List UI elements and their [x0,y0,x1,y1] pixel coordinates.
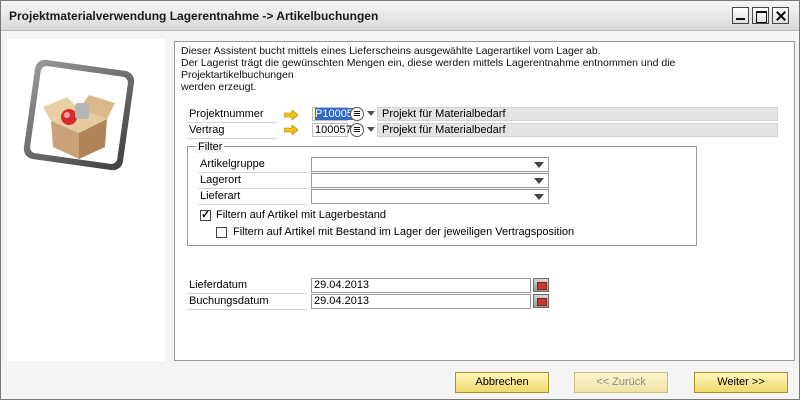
lagerort-select[interactable] [311,173,549,188]
vertrag-description: Projekt für Materialbedarf [377,123,778,137]
title-bar[interactable]: Projektmaterialverwendung Lagerentnahme … [1,1,799,31]
link-arrow-icon[interactable] [284,125,298,135]
artikelgruppe-label: Artikelgruppe [200,158,265,170]
back-button[interactable]: << Zurück [574,372,668,393]
lagerbestand-checkbox-label[interactable]: Filtern auf Artikel mit Lagerbestand [216,209,386,221]
artikelgruppe-select[interactable] [311,157,549,172]
lagerort-label: Lagerort [200,174,241,186]
vertrag-input[interactable]: 10005700 [312,123,364,137]
vertrag-label: Vertrag [189,124,225,136]
filter-legend: Filter [196,141,225,153]
vertrag-underline [187,138,277,139]
lieferdatum-input[interactable]: 29.04.2013 [311,278,531,293]
lieferart-underline [198,204,308,205]
lieferdatum-label: Lieferdatum [189,279,248,291]
lieferart-label: Lieferart [200,190,241,202]
side-decor-text [34,159,46,389]
window-title: Projektmaterialverwendung Lagerentnahme … [9,9,379,23]
wizard-window: Projektmaterialverwendung Lagerentnahme … [0,0,800,400]
lieferdatum-underline [187,293,307,294]
artikelgruppe-underline [198,172,308,173]
list-icon[interactable] [350,123,364,137]
dropdown-arrow-icon[interactable] [367,127,375,132]
link-arrow-icon[interactable] [284,110,298,120]
cancel-button[interactable]: Abbrechen [455,372,549,393]
buchungsdatum-label: Buchungsdatum [189,295,269,307]
next-button[interactable]: Weiter >> [694,372,788,393]
vertragsposition-checkbox[interactable] [216,227,227,238]
buchungsdatum-input[interactable]: 29.04.2013 [311,294,531,309]
buchungsdatum-underline [187,309,307,310]
dropdown-arrow-icon[interactable] [367,111,375,116]
close-button[interactable] [772,7,789,24]
lieferart-select[interactable] [311,189,549,204]
projektnummer-input[interactable]: P100057 [312,107,360,121]
calendar-icon[interactable] [533,278,549,292]
chevron-down-icon [534,162,544,168]
wizard-description: Dieser Assistent bucht mittels eines Lie… [181,45,676,93]
maximize-button[interactable] [752,7,769,24]
chevron-down-icon [534,178,544,184]
projektnummer-label: Projektnummer [189,108,264,120]
wizard-side-panel [7,39,165,361]
vertragsposition-checkbox-label[interactable]: Filtern auf Artikel mit Bestand im Lager… [233,226,574,238]
lagerbestand-checkbox[interactable] [200,208,211,222]
lagerort-underline [198,188,308,189]
minimize-button[interactable] [732,7,749,24]
projektnummer-description: Projekt für Materialbedarf [377,107,778,121]
calendar-icon[interactable] [533,294,549,308]
chevron-down-icon [534,194,544,200]
projektnummer-underline [187,122,277,123]
list-icon[interactable] [350,107,364,121]
